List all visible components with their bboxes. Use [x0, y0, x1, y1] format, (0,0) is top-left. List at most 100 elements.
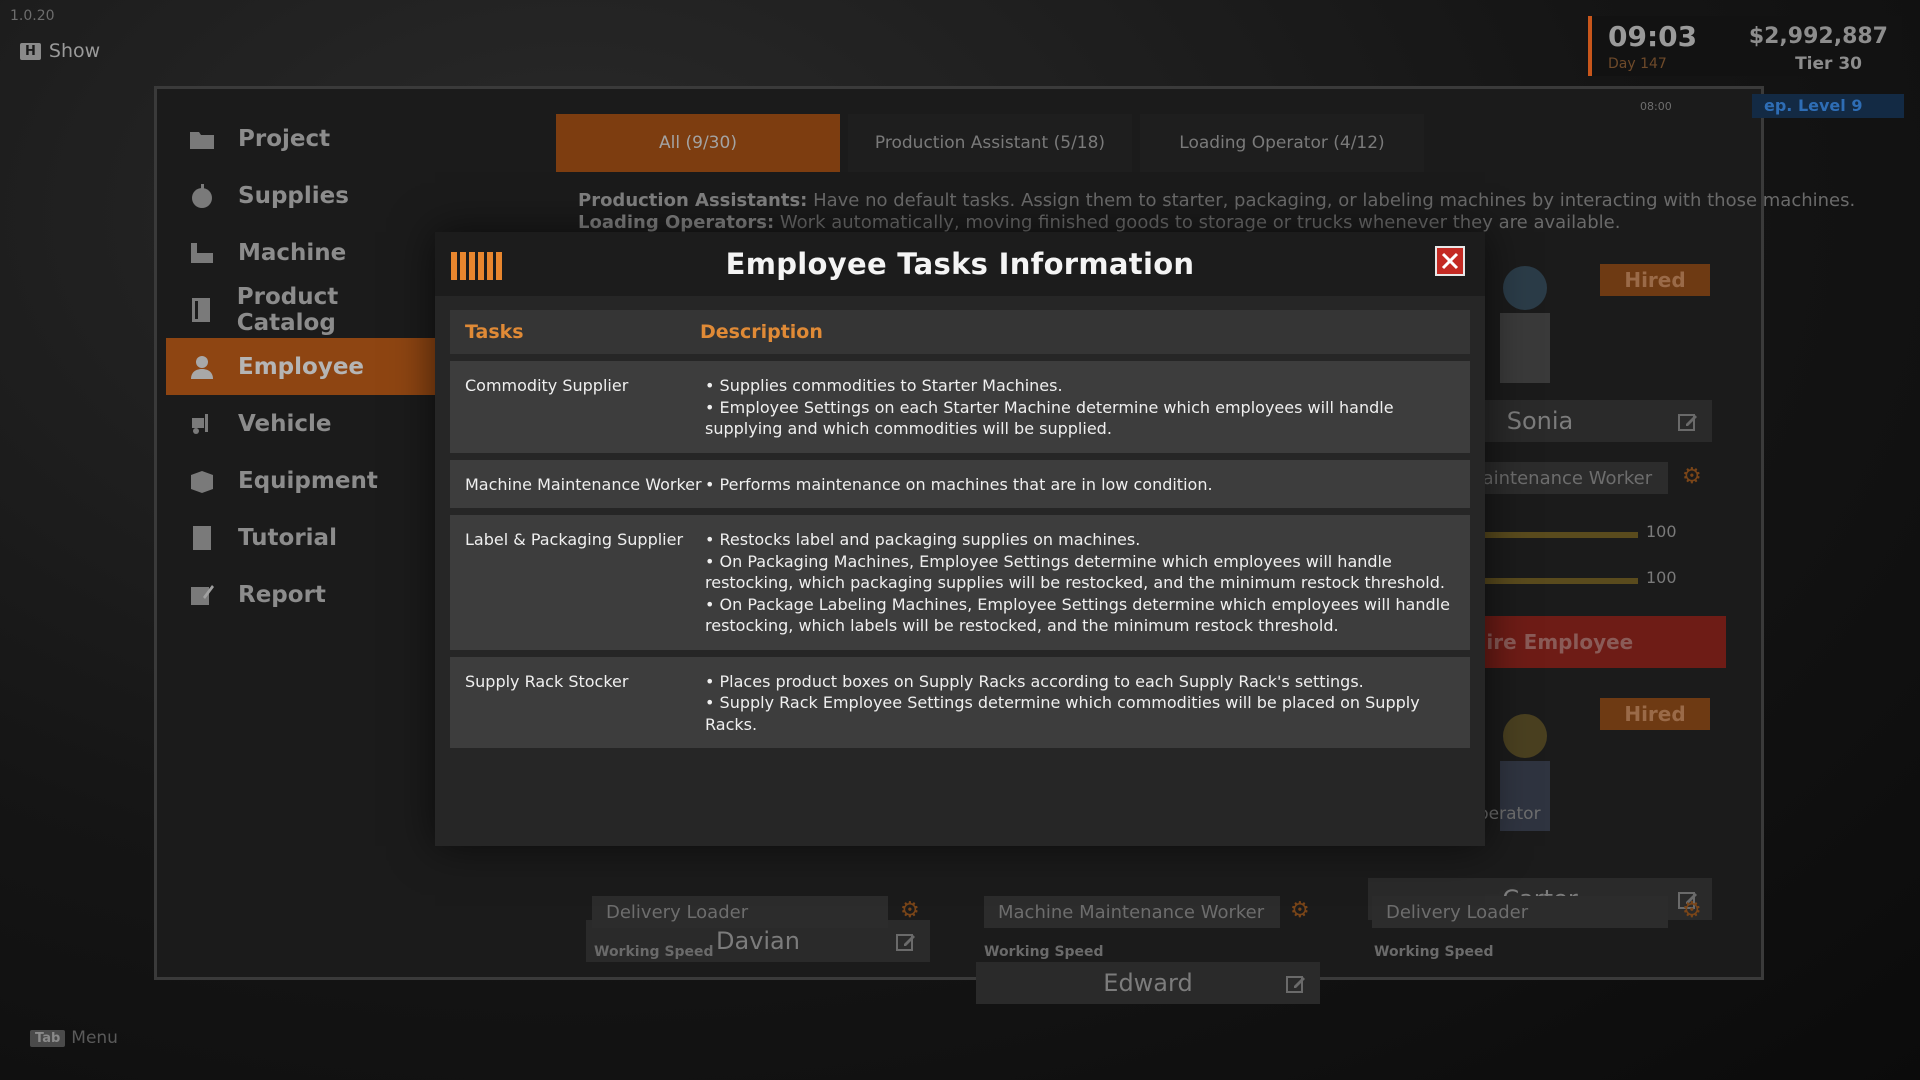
task-selector[interactable]: Machine Maintenance Worker	[984, 896, 1280, 928]
info-lo-text: Work automatically, moving finished good…	[774, 212, 1621, 233]
tutorial-icon	[188, 524, 216, 552]
task-name: Label & Packaging Supplier	[465, 530, 684, 549]
info-production-assistants: Production Assistants: Have no default t…	[578, 190, 1855, 211]
task-description: Performs maintenance on machines that ar…	[705, 474, 1465, 496]
employee-portrait-sonia	[1480, 258, 1570, 388]
sidebar-item-label: Supplies	[238, 182, 349, 209]
column-header-tasks: Tasks	[465, 321, 524, 343]
sidebar-item-label: Product Catalog	[236, 283, 339, 336]
close-icon	[1441, 252, 1459, 270]
report-icon	[188, 581, 216, 609]
gear-icon[interactable]: ⚙	[900, 898, 920, 923]
description-bullet: On Packaging Machines, Employee Settings…	[705, 551, 1465, 594]
gear-icon[interactable]: ⚙	[1682, 898, 1702, 923]
folder-icon	[188, 125, 216, 153]
description-bullet: Supplies commodities to Starter Machines…	[705, 375, 1465, 397]
menu-hint[interactable]: Tab Menu	[30, 1028, 118, 1048]
task-name: Supply Rack Stocker	[465, 671, 629, 691]
status-badge: Hired	[1600, 698, 1710, 730]
tasks-table: Tasks Description Commodity Supplier Sup…	[450, 310, 1470, 755]
column-header-description: Description	[700, 321, 823, 343]
working-speed-label: Working Speed	[984, 944, 1104, 960]
status-badge: Hired	[1600, 264, 1710, 296]
sidebar-item-supplies[interactable]: Supplies	[166, 167, 436, 224]
day-counter: Day 147	[1608, 56, 1667, 72]
table-header: Tasks Description	[450, 310, 1470, 354]
task-name: Machine Maintenance Worker	[465, 474, 702, 494]
working-speed-value: 100	[1646, 522, 1677, 541]
show-label: Show	[48, 40, 101, 62]
sidebar-item-equipment[interactable]: Equipment	[166, 452, 436, 509]
working-speed-label: Working Speed	[1374, 944, 1494, 960]
sidebar-item-vehicle[interactable]: Vehicle	[166, 395, 436, 452]
task-description: Places product boxes on Supply Racks acc…	[705, 671, 1465, 736]
employee-name: Edward	[1103, 969, 1193, 997]
tab-production-assistant[interactable]: Production Assistant (5/18)	[848, 114, 1132, 172]
sidebar-item-tutorial[interactable]: Tutorial	[166, 509, 436, 566]
book-icon	[188, 296, 215, 324]
money-balance: $2,992,887	[1748, 24, 1888, 49]
task-selector[interactable]: Delivery Loader	[1372, 896, 1668, 928]
table-row: Supply Rack Stocker Places product boxes…	[450, 656, 1470, 748]
sidebar: Project Supplies Machine Product Catalog…	[166, 110, 436, 623]
menu-label: Menu	[71, 1028, 118, 1048]
gear-icon[interactable]: ⚙	[1682, 464, 1702, 489]
description-bullet: On Package Labeling Machines, Employee S…	[705, 594, 1465, 637]
description-bullet: Performs maintenance on machines that ar…	[705, 474, 1465, 496]
forklift-icon	[188, 410, 216, 438]
box-icon	[188, 467, 216, 495]
gear-icon[interactable]: ⚙	[1290, 898, 1310, 923]
version-label: 1.0.20	[10, 8, 55, 24]
description-bullet: Supply Rack Employee Settings determine …	[705, 692, 1465, 735]
task-name: Commodity Supplier	[465, 376, 629, 395]
description-bullet: Employee Settings on each Starter Machin…	[705, 397, 1465, 440]
sidebar-item-product-catalog[interactable]: Product Catalog	[166, 281, 436, 338]
show-keycap: H	[20, 42, 41, 60]
apple-icon	[188, 182, 216, 210]
machine-icon	[188, 239, 216, 267]
employee-name-bar: Edward	[976, 962, 1320, 1004]
sidebar-item-employee[interactable]: Employee	[166, 338, 436, 395]
info-pa-title: Production Assistants:	[578, 190, 808, 211]
task-description: Supplies commodities to Starter Machines…	[705, 375, 1465, 440]
table-row: Machine Maintenance Worker Performs main…	[450, 459, 1470, 508]
edit-icon[interactable]	[896, 930, 916, 958]
employee-tasks-modal: Employee Tasks Information Tasks Descrip…	[435, 232, 1485, 846]
info-loading-operators: Loading Operators: Work automatically, m…	[578, 212, 1620, 233]
sidebar-item-label: Project	[238, 125, 331, 152]
employee-name: Sonia	[1506, 407, 1574, 435]
info-lo-title: Loading Operators:	[578, 212, 775, 233]
employee-name: Davian	[716, 927, 800, 955]
show-hud-hint[interactable]: H Show	[20, 40, 100, 62]
sidebar-item-label: Tutorial	[238, 524, 337, 551]
sidebar-item-report[interactable]: Report	[166, 566, 436, 623]
person-icon	[188, 353, 216, 381]
close-button[interactable]	[1435, 246, 1465, 276]
description-bullet: Places product boxes on Supply Racks acc…	[705, 671, 1465, 693]
edit-icon[interactable]	[1678, 410, 1698, 438]
tier-label: Tier 30	[1795, 54, 1862, 74]
task-selector[interactable]: Delivery Loader	[592, 896, 888, 928]
menu-keycap: Tab	[30, 1029, 66, 1047]
reputation-level: ep. Level 9	[1752, 94, 1904, 118]
description-bullet: Restocks label and packaging supplies on…	[705, 529, 1465, 551]
sidebar-item-label: Employee	[238, 353, 365, 380]
edit-icon[interactable]	[1286, 972, 1306, 1000]
sidebar-item-label: Report	[238, 581, 326, 608]
tab-all[interactable]: All (9/30)	[556, 114, 840, 172]
stat-value: 100	[1646, 568, 1677, 587]
sidebar-item-machine[interactable]: Machine	[166, 224, 436, 281]
task-description: Restocks label and packaging supplies on…	[705, 529, 1465, 637]
device-status-time: 08:00	[1640, 100, 1672, 113]
info-pa-text: Have no default tasks. Assign them to st…	[807, 190, 1856, 211]
tab-loading-operator[interactable]: Loading Operator (4/12)	[1140, 114, 1424, 172]
clock-time: 09:03	[1608, 20, 1698, 53]
table-row: Label & Packaging Supplier Restocks labe…	[450, 515, 1470, 650]
working-speed-label: Working Speed	[594, 944, 714, 960]
sidebar-item-project[interactable]: Project	[166, 110, 436, 167]
modal-title: Employee Tasks Information	[725, 247, 1195, 281]
sidebar-item-label: Equipment	[238, 467, 378, 494]
hud-panel: 09:03 Day 147 $2,992,887 Tier 30	[1588, 16, 1902, 76]
sidebar-item-label: Vehicle	[238, 410, 332, 437]
table-row: Commodity Supplier Supplies commodities …	[450, 361, 1470, 453]
